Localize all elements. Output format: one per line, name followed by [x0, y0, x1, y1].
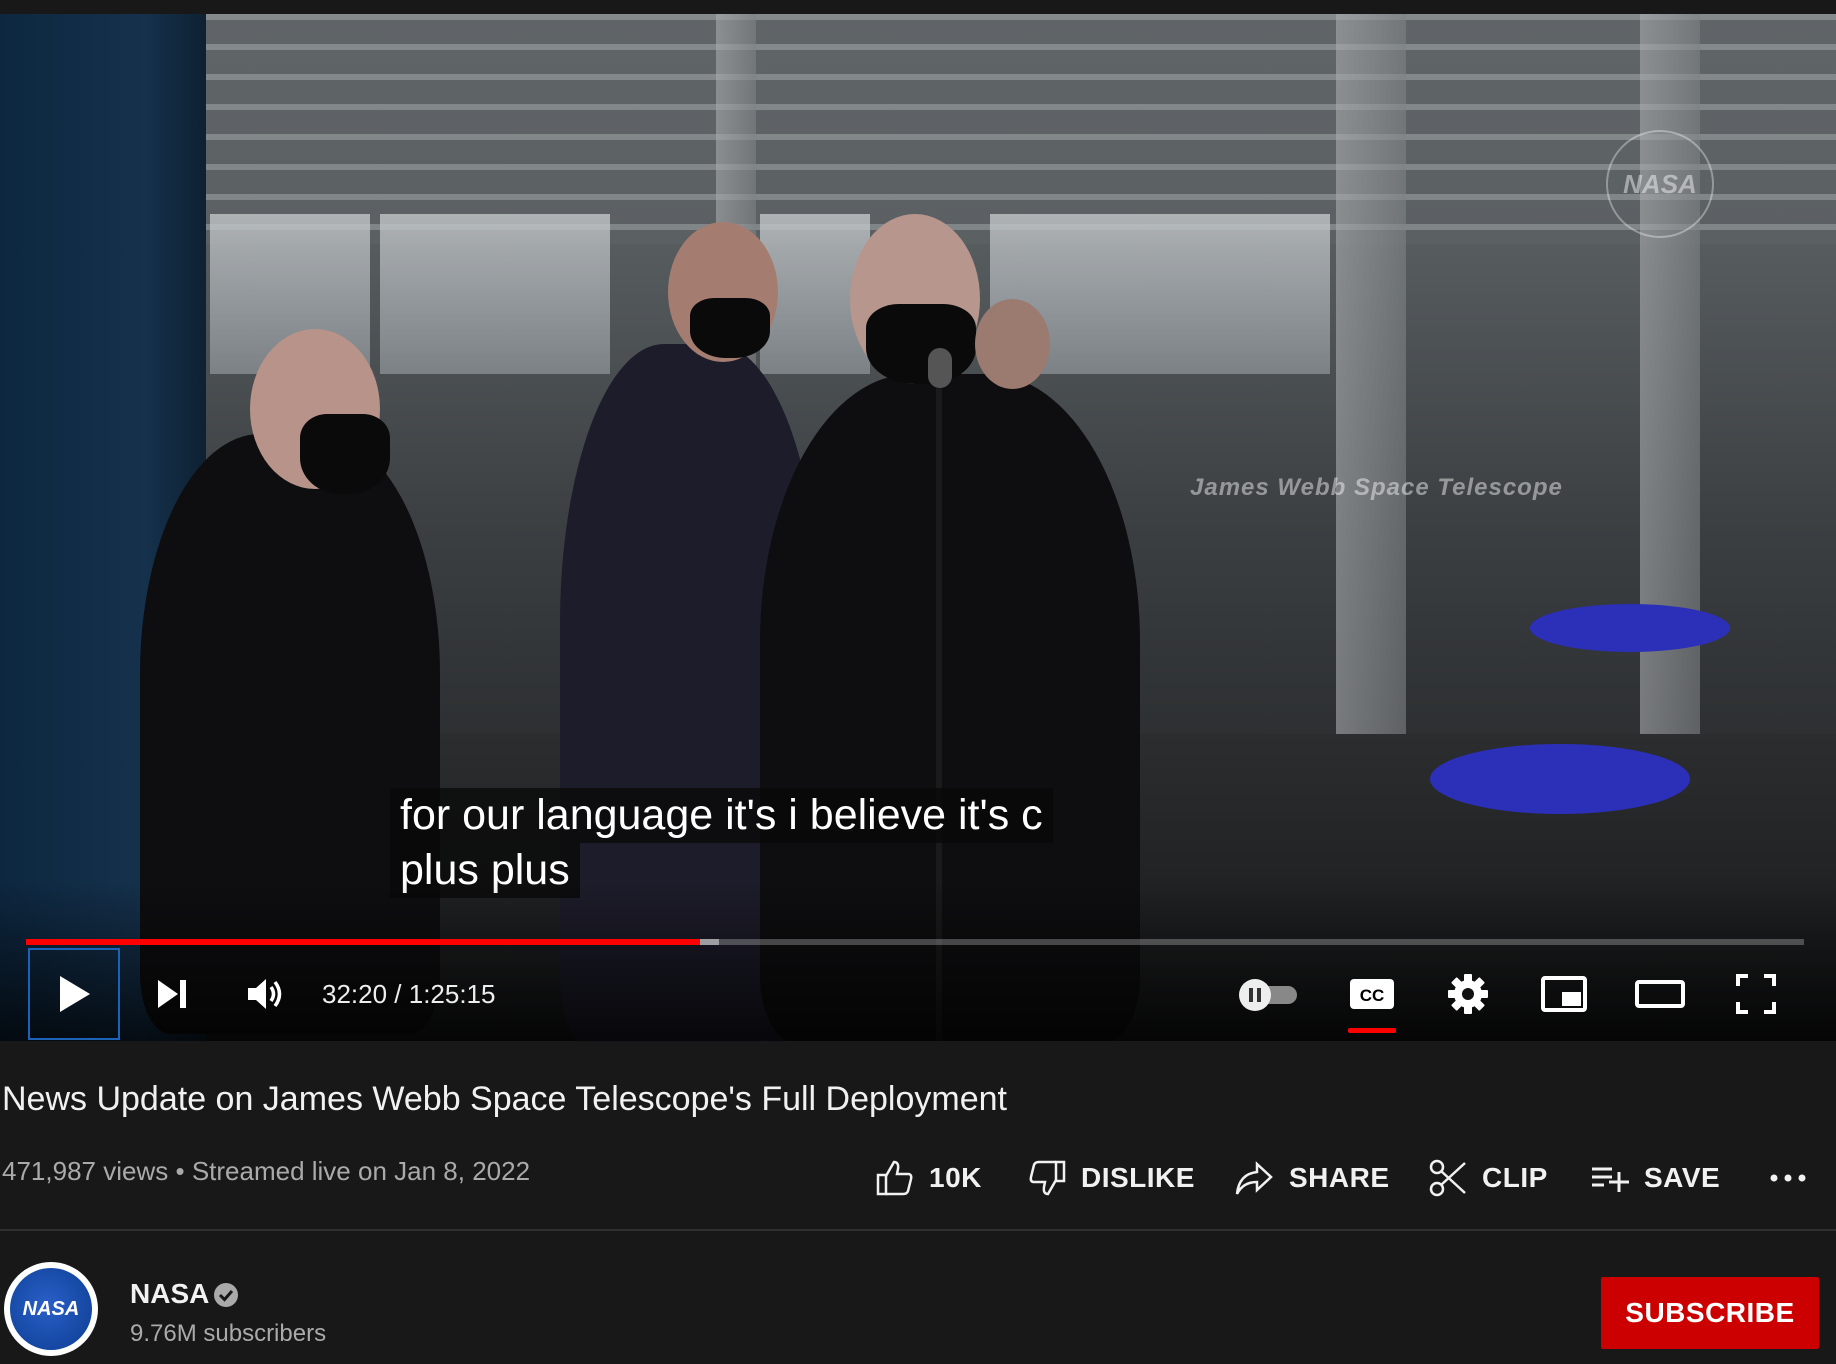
progress-bar[interactable]	[26, 939, 1804, 945]
more-horizontal-icon	[1770, 1174, 1806, 1182]
blue-stool	[1530, 604, 1730, 652]
scene-ceiling	[206, 14, 1836, 244]
microphone	[928, 348, 952, 388]
clip-button[interactable]: CLIP	[1428, 1150, 1548, 1206]
caption-line: for our language it's i believe it's c	[390, 788, 1053, 843]
share-label: SHARE	[1289, 1162, 1390, 1193]
theater-icon	[1635, 980, 1685, 1008]
captions-active-indicator	[1348, 1028, 1396, 1033]
avatar-text: NASA	[22, 1297, 80, 1320]
blue-stool	[1430, 744, 1690, 814]
player-controls: 32:20 / 1:25:15 CC	[0, 948, 1836, 1040]
gear-icon	[1448, 974, 1488, 1014]
fullscreen-icon	[1736, 974, 1776, 1014]
face-mask	[300, 414, 390, 494]
face-mask	[690, 298, 770, 358]
channel-name[interactable]: NASA	[130, 1278, 209, 1310]
video-meta: 471,987 views • Streamed live on Jan 8, …	[2, 1156, 530, 1187]
volume-button[interactable]	[236, 954, 296, 1034]
save-label: SAVE	[1644, 1162, 1721, 1193]
scene-window	[380, 214, 610, 374]
subscribe-button[interactable]: SUBSCRIBE	[1601, 1277, 1819, 1349]
share-icon	[1235, 1161, 1273, 1195]
video-player[interactable]: James Webb Space Telescope NASA for our …	[0, 14, 1836, 1041]
share-button[interactable]: SHARE	[1233, 1150, 1390, 1206]
play-button[interactable]	[28, 948, 120, 1040]
meta-separator: •	[175, 1156, 185, 1186]
nasa-logo-icon: NASA	[10, 1268, 92, 1350]
dislike-button[interactable]: DISLIKE	[1027, 1150, 1195, 1206]
next-button[interactable]	[140, 954, 204, 1034]
save-button[interactable]: SAVE	[1590, 1150, 1720, 1206]
fullscreen-button[interactable]	[1724, 954, 1788, 1034]
like-count: 10K	[929, 1162, 982, 1193]
person-head	[975, 299, 1050, 389]
dislike-label: DISLIKE	[1081, 1162, 1195, 1193]
thumbs-up-icon	[876, 1160, 913, 1196]
thumbs-down-icon	[1029, 1160, 1066, 1196]
view-count: 471,987 views	[2, 1156, 169, 1186]
subscriber-count: 9.76M subscribers	[130, 1320, 327, 1347]
video-title: News Update on James Webb Space Telescop…	[2, 1080, 1007, 1118]
like-button[interactable]: 10K	[875, 1150, 982, 1206]
miniplayer-button[interactable]	[1532, 954, 1596, 1034]
nasa-watermark-logo: NASA	[1606, 130, 1714, 238]
channel-avatar[interactable]: NASA	[4, 1262, 98, 1356]
cc-icon: CC	[1350, 979, 1394, 1009]
more-actions-button[interactable]	[1770, 1150, 1820, 1206]
captions-button[interactable]: CC	[1340, 954, 1404, 1034]
stream-date: Streamed live on Jan 8, 2022	[191, 1156, 531, 1186]
autoplay-toggle[interactable]	[1228, 954, 1308, 1034]
time-display: 32:20 / 1:25:15	[322, 979, 496, 1009]
next-icon	[158, 980, 186, 1008]
progress-played	[26, 939, 700, 945]
clip-label: CLIP	[1482, 1162, 1548, 1193]
divider	[0, 1229, 1836, 1231]
watermark-text: James Webb Space Telescope	[1190, 474, 1563, 501]
svg-text:CC: CC	[1360, 986, 1385, 1005]
add-to-playlist-icon	[1592, 1167, 1629, 1192]
verified-badge-icon	[214, 1283, 238, 1307]
scissors-icon	[1429, 1159, 1466, 1197]
settings-button[interactable]	[1436, 954, 1500, 1034]
theater-mode-button[interactable]	[1628, 954, 1692, 1034]
face-mask	[866, 304, 976, 384]
play-icon	[60, 976, 90, 1012]
miniplayer-icon	[1541, 976, 1587, 1012]
autoplay-toggle-icon	[1239, 979, 1297, 1011]
volume-icon	[248, 979, 282, 1009]
